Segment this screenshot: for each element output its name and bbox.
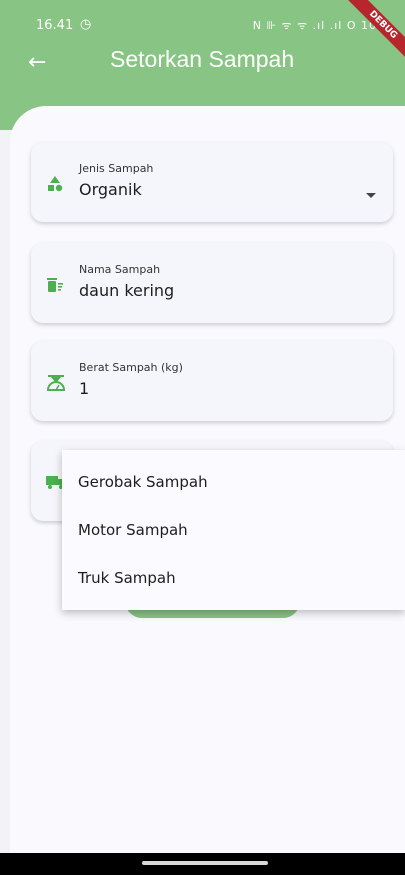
- berat-sampah-value: 1: [79, 379, 90, 398]
- jenis-sampah-label: Jenis Sampah: [79, 162, 154, 175]
- berat-sampah-field[interactable]: Berat Sampah (kg) 1: [31, 341, 393, 421]
- menu-item-gerobak[interactable]: Gerobak Sampah: [62, 458, 405, 506]
- home-handle[interactable]: [142, 861, 268, 865]
- jenis-sampah-dropdown[interactable]: Jenis Sampah Organik: [31, 142, 393, 222]
- system-nav-bar: [0, 853, 405, 875]
- status-icons: N ⊪ ᯤ ᯤ .ıl .ıl O 100: [252, 19, 385, 32]
- alarm-icon: ◷: [80, 17, 92, 32]
- delete-sweep-icon: [46, 276, 64, 298]
- category-shapes-icon: [46, 175, 64, 197]
- caret-down-icon: [366, 184, 376, 203]
- berat-sampah-label: Berat Sampah (kg): [79, 361, 183, 374]
- nama-sampah-value: daun kering: [79, 281, 175, 300]
- nama-sampah-label: Nama Sampah: [79, 263, 161, 276]
- menu-item-truk[interactable]: Truk Sampah: [62, 554, 405, 602]
- back-arrow-icon[interactable]: ←: [28, 50, 46, 75]
- status-bar: 16.41 ◷ N ⊪ ᯤ ᯤ .ıl .ıl O 100: [0, 12, 405, 42]
- status-time: 16.41: [36, 18, 74, 33]
- scale-icon: [46, 374, 66, 396]
- jenis-sampah-value: Organik: [79, 180, 142, 199]
- page-title: Setorkan Sampah: [110, 46, 295, 72]
- menu-item-motor[interactable]: Motor Sampah: [62, 506, 405, 554]
- nama-sampah-field[interactable]: Nama Sampah daun kering: [31, 243, 393, 323]
- vehicle-dropdown-menu: Gerobak Sampah Motor Sampah Truk Sampah: [62, 450, 405, 610]
